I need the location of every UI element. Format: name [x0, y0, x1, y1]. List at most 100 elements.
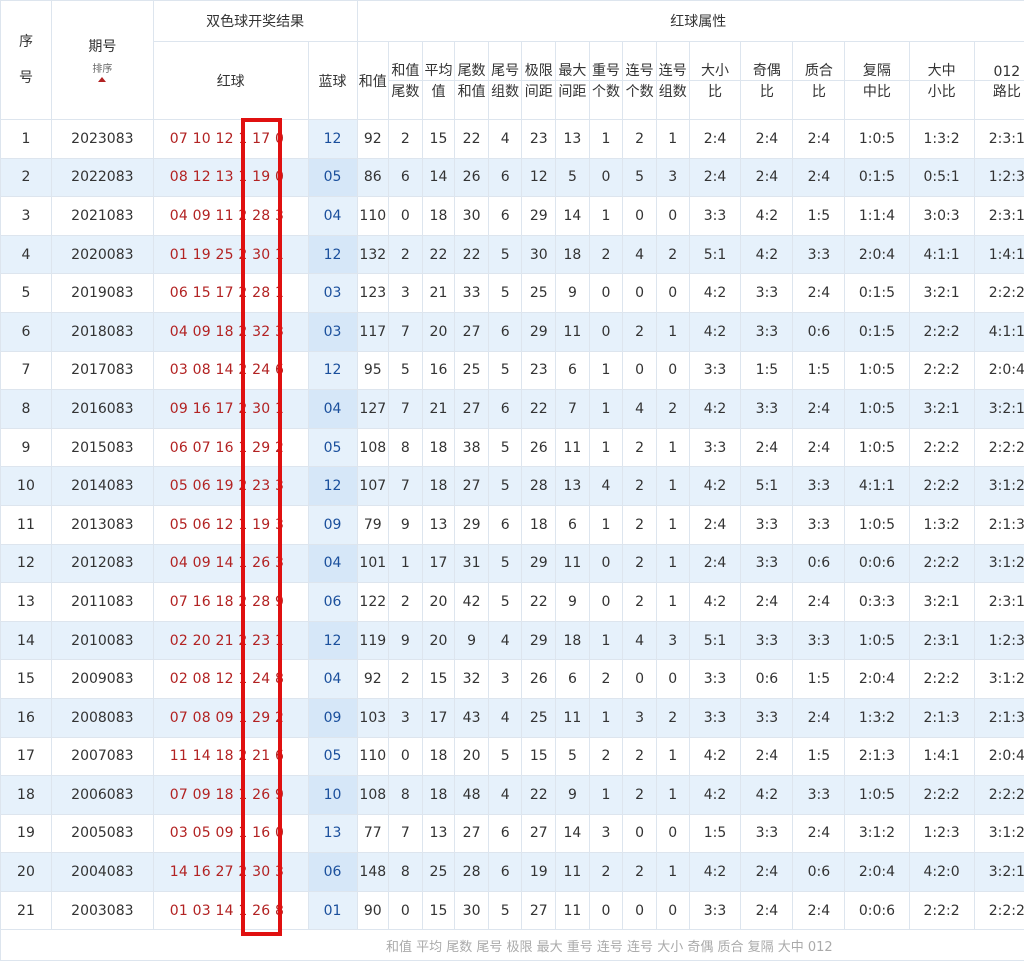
cell: 2:4: [741, 583, 793, 622]
cell: 5: [556, 737, 590, 776]
cell: 1:5: [741, 351, 793, 390]
seq-cell: 8: [1, 390, 52, 429]
cell: 11: [556, 853, 590, 892]
cell: 14: [556, 197, 590, 236]
cell: 110: [357, 737, 389, 776]
issue-cell: 2013083: [51, 505, 153, 544]
cell: 103: [357, 698, 389, 737]
cell: 4: [488, 776, 522, 815]
cell: 7: [389, 467, 423, 506]
col-header: 大中: [909, 42, 974, 81]
cell: 25: [522, 274, 556, 313]
issue-cell: 2018083: [51, 312, 153, 351]
red-balls-cell: 11 14 18 2 21 6: [153, 737, 308, 776]
cell: 27: [455, 390, 489, 429]
cell: 4:2: [689, 274, 741, 313]
cell: 18: [556, 235, 590, 274]
cell: 2: [623, 312, 657, 351]
cell: 2:3:1: [974, 197, 1024, 236]
cell: 3:3: [741, 274, 793, 313]
issue-cell: 2004083: [51, 853, 153, 892]
cell: 16: [422, 351, 455, 390]
cell: 101: [357, 544, 389, 583]
cell: 5: [488, 891, 522, 930]
table-row: 7201708303 08 14 2 24 612955162552361003…: [1, 351, 1024, 390]
cell: 29: [455, 505, 489, 544]
cell: 33: [455, 274, 489, 313]
cell: 22: [422, 235, 455, 274]
blue-ball-cell: 04: [308, 544, 357, 583]
cell: 2: [623, 505, 657, 544]
blue-ball-cell: 03: [308, 312, 357, 351]
blue-ball-cell: 12: [308, 351, 357, 390]
cell: 2: [623, 544, 657, 583]
col-header: 组数: [488, 81, 522, 120]
table-row: 3202108304 09 11 2 28 304110018306291410…: [1, 197, 1024, 236]
cell: 132: [357, 235, 389, 274]
blue-ball-cell: 04: [308, 390, 357, 429]
cell: 3:3: [741, 814, 793, 853]
cell: 2:4: [689, 158, 741, 197]
cell: 0:6: [793, 853, 845, 892]
col-header: 路比: [974, 81, 1024, 120]
cell: 3:3: [689, 698, 741, 737]
seq-cell: 18: [1, 776, 52, 815]
cell: 5: [488, 235, 522, 274]
seq-cell: 20: [1, 853, 52, 892]
cell: 0:1:5: [845, 158, 909, 197]
cell: 117: [357, 312, 389, 351]
issue-cell: 2009083: [51, 660, 153, 699]
cell: 6: [488, 814, 522, 853]
cell: 3:2:1: [974, 853, 1024, 892]
red-balls-cell: 14 16 27 2 30 3: [153, 853, 308, 892]
cell: 7: [556, 390, 590, 429]
issue-cell: 2019083: [51, 274, 153, 313]
cell: 1: [589, 120, 623, 159]
red-attr-header: 红球属性: [357, 1, 1024, 42]
cell: 0:0:6: [845, 891, 909, 930]
cell: 2:2:2: [974, 776, 1024, 815]
cell: 31: [455, 544, 489, 583]
seq-cell: 1: [1, 120, 52, 159]
cell: 6: [556, 505, 590, 544]
col-header: 平均: [422, 42, 455, 81]
cell: 2: [656, 390, 689, 429]
cell: 2: [589, 853, 623, 892]
cell: 11: [556, 891, 590, 930]
table-row: 20200408314 16 27 2 30 30614882528619112…: [1, 853, 1024, 892]
seq-cell: 12: [1, 544, 52, 583]
cell: 23: [522, 120, 556, 159]
cell: 26: [522, 660, 556, 699]
cell: 119: [357, 621, 389, 660]
cell: 1:2:3: [974, 621, 1024, 660]
col-header: 和值: [357, 42, 389, 120]
blue-ball-cell: 05: [308, 158, 357, 197]
cell: 2:2:2: [909, 312, 974, 351]
table-row: 14201008302 20 21 2 23 11211992094291814…: [1, 621, 1024, 660]
cell: 30: [455, 197, 489, 236]
sort-arrow-icon[interactable]: [98, 77, 106, 82]
cell: 29: [522, 197, 556, 236]
table-body: 1202308307 10 12 1 17 012922152242313121…: [1, 120, 1024, 930]
cell: 3:3: [741, 390, 793, 429]
cell: 2:4: [741, 737, 793, 776]
cell: 4:1:1: [974, 312, 1024, 351]
cell: 148: [357, 853, 389, 892]
cell: 1:3:2: [909, 505, 974, 544]
cell: 48: [455, 776, 489, 815]
cell: 3:3: [741, 312, 793, 351]
cell: 1:4:1: [909, 737, 974, 776]
cell: 3:3: [689, 660, 741, 699]
cell: 4:2: [689, 853, 741, 892]
cell: 8: [389, 428, 423, 467]
cell: 3:1:2: [974, 467, 1024, 506]
cell: 20: [422, 312, 455, 351]
cell: 6: [488, 390, 522, 429]
cell: 5: [488, 583, 522, 622]
cell: 4: [589, 467, 623, 506]
issue-header[interactable]: 期号 排序: [51, 1, 153, 120]
cell: 7: [389, 312, 423, 351]
cell: 11: [556, 312, 590, 351]
sort-link[interactable]: 排序: [52, 64, 153, 76]
cell: 17: [422, 698, 455, 737]
